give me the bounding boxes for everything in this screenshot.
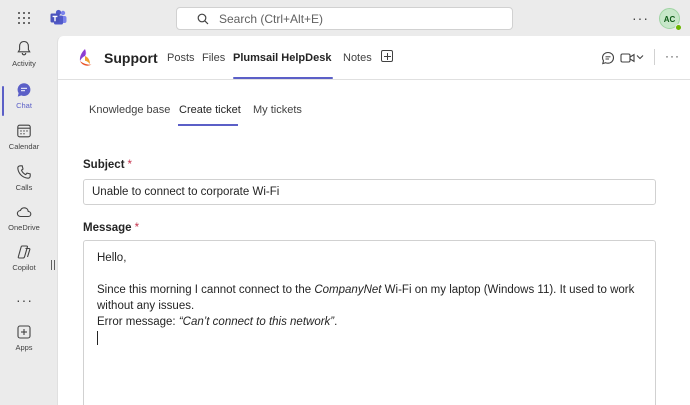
tab-posts[interactable]: Posts: [167, 52, 195, 64]
more-options-button[interactable]: ···: [665, 49, 680, 63]
cloud-icon: [16, 207, 32, 218]
channel-title: Support: [104, 50, 158, 66]
message-line-1-start: Since this morning I cannot connect to t…: [97, 284, 315, 296]
active-content-tab-indicator: [178, 124, 238, 126]
text-caret-line: [97, 330, 642, 346]
app-rail: Activity Chat Calendar Calls OneDrive Co…: [0, 36, 48, 405]
teams-logo-icon: [50, 9, 67, 25]
calendar-icon: [17, 124, 31, 138]
search-input[interactable]: Search (Ctrl+Alt+E): [176, 7, 513, 30]
add-apps-icon: [17, 325, 31, 339]
network-name: CompanyNet: [314, 284, 382, 296]
error-text: “Can’t connect to this network”: [178, 316, 335, 328]
add-tab-icon[interactable]: [381, 50, 393, 62]
rail-item-calls[interactable]: Calls: [0, 164, 48, 204]
more-options-button[interactable]: ···: [632, 10, 649, 26]
main-panel: Support Posts Files Plumsail HelpDesk No…: [57, 36, 690, 405]
rail-item-chat[interactable]: Chat: [0, 82, 48, 122]
copilot-icon: [17, 245, 31, 259]
chat-icon: [17, 83, 31, 97]
subject-field[interactable]: Unable to connect to corporate Wi-Fi: [83, 179, 656, 205]
message-line-3-end: .: [334, 316, 338, 328]
chevron-down-icon[interactable]: [636, 54, 644, 60]
message-label-text: Message: [83, 222, 132, 234]
search-placeholder: Search (Ctrl+Alt+E): [219, 12, 324, 26]
rail-label-copilot: Copilot: [12, 263, 36, 272]
tab-files[interactable]: Files: [202, 52, 225, 64]
support-app-logo-icon: [79, 49, 92, 66]
message-line-1-end: Wi-Fi on my laptop (Windows 11). It used…: [381, 284, 635, 296]
rail-label-chat: Chat: [16, 101, 32, 110]
message-line-1: Since this morning I cannot connect to t…: [97, 282, 642, 298]
tab-plumsail-helpdesk[interactable]: Plumsail HelpDesk: [233, 52, 331, 64]
subject-label: Subject *: [83, 159, 132, 171]
video-call-icon[interactable]: [620, 52, 635, 64]
text-caret: [97, 330, 98, 345]
tab-knowledge-base[interactable]: Knowledge base: [89, 104, 170, 116]
tab-my-tickets[interactable]: My tickets: [253, 104, 302, 116]
rail-item-copilot[interactable]: Copilot: [0, 244, 48, 284]
message-label: Message *: [83, 222, 139, 234]
rail-item-onedrive[interactable]: OneDrive: [0, 204, 48, 244]
rail-label-apps: Apps: [15, 343, 33, 352]
rail-label-calls: Calls: [15, 183, 33, 192]
app-launcher-icon[interactable]: [18, 12, 30, 24]
rail-item-apps[interactable]: Apps: [0, 324, 48, 364]
chat-bubble-icon[interactable]: [601, 51, 615, 65]
message-greeting: Hello,: [97, 252, 127, 264]
rail-label-calendar: Calendar: [8, 142, 40, 151]
tab-notes[interactable]: Notes: [343, 52, 372, 64]
rail-label-activity: Activity: [12, 59, 36, 68]
required-marker: *: [134, 222, 140, 234]
rail-item-activity[interactable]: Activity: [0, 40, 48, 80]
top-bar: Search (Ctrl+Alt+E) ··· AC: [0, 0, 690, 36]
message-line-2: without any issues.: [97, 300, 195, 312]
message-line-3: Error message: “Can’t connect to this ne…: [97, 314, 642, 330]
channel-header: Support Posts Files Plumsail HelpDesk No…: [58, 36, 690, 80]
message-line-3-start: Error message:: [97, 316, 179, 328]
required-marker: *: [127, 159, 133, 171]
search-icon: [197, 13, 209, 25]
tab-create-ticket[interactable]: Create ticket: [179, 104, 241, 116]
subject-label-text: Subject: [83, 159, 125, 171]
presence-status-icon: [675, 24, 682, 31]
message-field[interactable]: Hello, Since this morning I cannot conne…: [83, 240, 656, 405]
more-apps-button[interactable]: ···: [16, 292, 33, 308]
rail-label-onedrive: OneDrive: [8, 223, 40, 232]
rail-item-calendar[interactable]: Calendar: [0, 123, 48, 163]
active-tab-indicator: [233, 77, 333, 79]
phone-icon: [17, 165, 31, 179]
bell-icon: [17, 40, 31, 56]
header-divider: [654, 49, 655, 65]
collapse-rail-handle[interactable]: [51, 260, 55, 270]
